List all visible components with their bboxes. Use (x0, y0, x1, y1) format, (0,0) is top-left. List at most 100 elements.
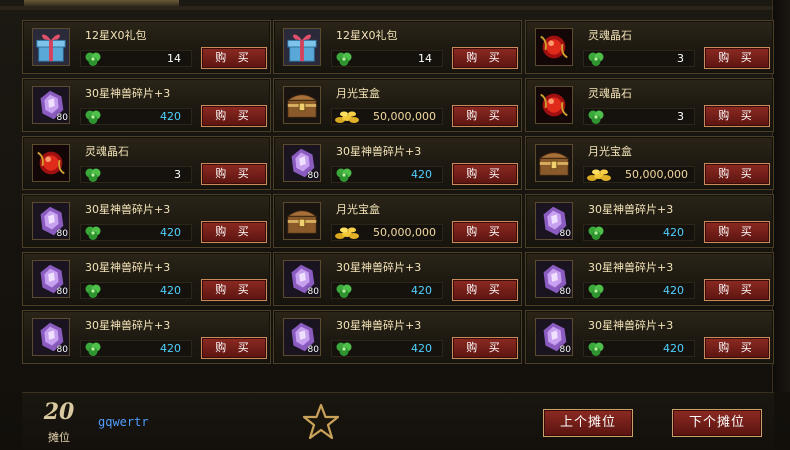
next-stall-button[interactable]: 下个摊位 (672, 409, 762, 437)
item-slot[interactable]: 灵魂晶石 3 购 买 (525, 78, 774, 132)
prev-stall-button[interactable]: 上个摊位 (543, 409, 633, 437)
item-slot[interactable]: 80 30星神兽碎片+3 420 购 买 (22, 194, 271, 248)
item-slot[interactable]: 月光宝盒 50,000,000 购 买 (525, 136, 774, 190)
item-slot[interactable]: 12星X0礼包 14 购 买 (273, 20, 522, 74)
item-level: 80 (56, 229, 68, 239)
soul-crystal-icon[interactable] (535, 86, 573, 124)
buy-button[interactable]: 购 买 (201, 337, 267, 359)
item-name: 30星神兽碎片+3 (85, 87, 171, 100)
item-slot[interactable]: 灵魂晶石 3 购 买 (22, 136, 271, 190)
item-level: 80 (559, 287, 571, 297)
stall-caption: 摊位 (48, 431, 70, 444)
item-price-value: 420 (663, 284, 684, 297)
item-grid: 12星X0礼包 14 购 买 12星X0礼包 14 购 买灵魂晶石 3 购 买 80 30星神兽碎… (22, 20, 774, 370)
item-name: 灵魂晶石 (85, 145, 129, 158)
item-level: 80 (559, 229, 571, 239)
item-level: 80 (559, 345, 571, 355)
buy-button[interactable]: 购 买 (201, 105, 267, 127)
buy-button[interactable]: 购 买 (452, 105, 518, 127)
beast-shard-icon[interactable]: 80 (535, 318, 573, 356)
item-slot[interactable]: 80 30星神兽碎片+3 420 购 买 (22, 78, 271, 132)
star-outline-icon[interactable] (302, 403, 340, 441)
gift-box-icon[interactable] (32, 28, 70, 66)
item-price: 420 (80, 282, 192, 299)
item-slot[interactable]: 12星X0礼包 14 购 买 (22, 20, 271, 74)
beast-shard-icon[interactable]: 80 (32, 260, 70, 298)
item-slot[interactable]: 80 30星神兽碎片+3 420 购 买 (273, 252, 522, 306)
item-slot[interactable]: 80 30星神兽碎片+3 420 购 买 (22, 252, 271, 306)
item-slot[interactable]: 80 30星神兽碎片+3 420 购 买 (273, 136, 522, 190)
item-price: 420 (80, 224, 192, 241)
item-price: 3 (80, 166, 192, 183)
item-price: 420 (583, 340, 695, 357)
item-slot[interactable]: 月光宝盒 50,000,000 购 买 (273, 78, 522, 132)
player-name[interactable]: gqwertr (98, 415, 149, 429)
beast-shard-icon[interactable]: 80 (283, 318, 321, 356)
stall-window: 12星X0礼包 14 购 买 12星X0礼包 14 购 买灵魂晶石 3 购 买 80 30星神兽碎… (0, 0, 790, 450)
beast-shard-icon[interactable]: 80 (32, 318, 70, 356)
buy-button[interactable]: 购 买 (452, 163, 518, 185)
item-slot[interactable]: 80 30星神兽碎片+3 420 购 买 (525, 194, 774, 248)
item-slot[interactable]: 80 30星神兽碎片+3 420 购 买 (22, 310, 271, 364)
item-slot[interactable]: 灵魂晶石 3 购 买 (525, 20, 774, 74)
item-price-value: 420 (663, 342, 684, 355)
item-price: 420 (331, 340, 443, 357)
item-price-value: 3 (677, 52, 684, 65)
item-price-value: 3 (174, 168, 181, 181)
buy-button[interactable]: 购 买 (704, 47, 770, 69)
buy-button[interactable]: 购 买 (452, 47, 518, 69)
item-slot[interactable]: 月光宝盒 50,000,000 购 买 (273, 194, 522, 248)
buy-button[interactable]: 购 买 (704, 221, 770, 243)
item-price-value: 50,000,000 (373, 226, 436, 239)
treasure-chest-icon[interactable] (535, 144, 573, 182)
item-price-value: 420 (160, 342, 181, 355)
item-slot[interactable]: 80 30星神兽碎片+3 420 购 买 (525, 310, 774, 364)
beast-shard-icon[interactable]: 80 (32, 202, 70, 240)
buy-button[interactable]: 购 买 (704, 105, 770, 127)
item-name: 30星神兽碎片+3 (336, 145, 422, 158)
item-name: 12星X0礼包 (85, 29, 147, 42)
item-price: 14 (331, 50, 443, 67)
beast-shard-icon[interactable]: 80 (283, 144, 321, 182)
item-slot[interactable]: 80 30星神兽碎片+3 420 购 买 (273, 310, 522, 364)
buy-button[interactable]: 购 买 (452, 337, 518, 359)
beast-shard-icon[interactable]: 80 (283, 260, 321, 298)
buy-button[interactable]: 购 买 (201, 47, 267, 69)
soul-crystal-icon[interactable] (535, 28, 573, 66)
buy-button[interactable]: 购 买 (704, 279, 770, 301)
beast-shard-icon[interactable]: 80 (535, 202, 573, 240)
treasure-chest-icon[interactable] (283, 202, 321, 240)
item-price-value: 14 (167, 52, 181, 65)
item-price: 50,000,000 (331, 224, 443, 241)
item-price: 420 (583, 282, 695, 299)
buy-button[interactable]: 购 买 (704, 337, 770, 359)
item-name: 30星神兽碎片+3 (85, 261, 171, 274)
gift-box-icon[interactable] (283, 28, 321, 66)
buy-button[interactable]: 购 买 (201, 163, 267, 185)
item-price-value: 14 (418, 52, 432, 65)
item-price-value: 50,000,000 (373, 110, 436, 123)
scrollbar[interactable] (772, 0, 790, 392)
item-price: 50,000,000 (331, 108, 443, 125)
item-price-value: 50,000,000 (625, 168, 688, 181)
beast-shard-icon[interactable]: 80 (535, 260, 573, 298)
treasure-chest-icon[interactable] (283, 86, 321, 124)
window-top-border (0, 6, 790, 10)
item-level: 80 (56, 113, 68, 123)
buy-button[interactable]: 购 买 (201, 279, 267, 301)
item-level: 80 (307, 171, 319, 181)
buy-button[interactable]: 购 买 (452, 221, 518, 243)
item-name: 月光宝盒 (588, 145, 632, 158)
item-price: 420 (80, 108, 192, 125)
beast-shard-icon[interactable]: 80 (32, 86, 70, 124)
item-price-value: 420 (411, 284, 432, 297)
stall-number: 20 (43, 399, 75, 425)
item-slot[interactable]: 80 30星神兽碎片+3 420 购 买 (525, 252, 774, 306)
buy-button[interactable]: 购 买 (201, 221, 267, 243)
buy-button[interactable]: 购 买 (704, 163, 770, 185)
item-name: 灵魂晶石 (588, 87, 632, 100)
buy-button[interactable]: 购 买 (452, 279, 518, 301)
item-name: 月光宝盒 (336, 87, 380, 100)
item-name: 灵魂晶石 (588, 29, 632, 42)
soul-crystal-icon[interactable] (32, 144, 70, 182)
